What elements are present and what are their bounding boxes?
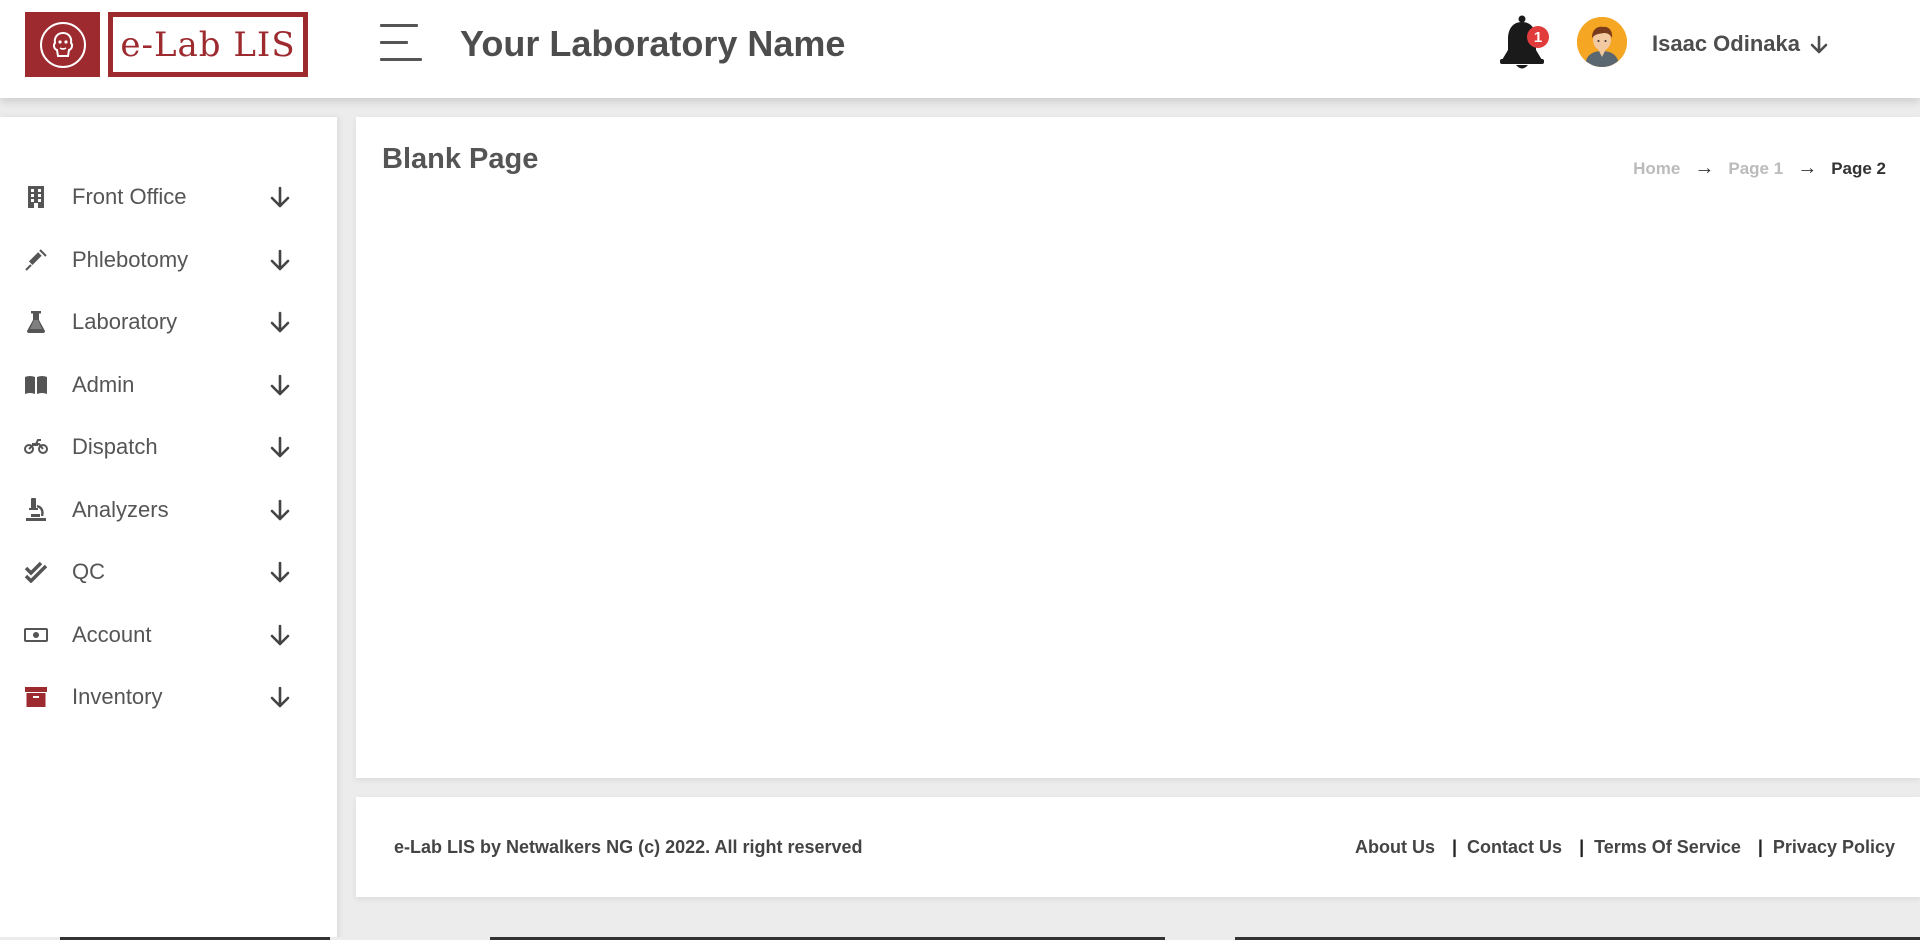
laboratory-name: Your Laboratory Name xyxy=(460,23,846,64)
building-icon xyxy=(24,185,48,209)
sidebar-item-analyzers[interactable]: Analyzers xyxy=(0,485,337,535)
arrow-down-icon xyxy=(270,186,290,208)
sidebar-item-label: Dispatch xyxy=(72,434,158,459)
breadcrumb: Home → Page 1 → Page 2 xyxy=(1633,157,1886,180)
sidebar: Front Office Phlebotomy Laboratory Admin… xyxy=(0,117,337,940)
sidebar-item-label: Inventory xyxy=(72,684,163,709)
sidebar-item-dispatch[interactable]: Dispatch xyxy=(0,422,337,472)
footer-separator: | xyxy=(1579,837,1585,857)
archive-box-icon xyxy=(24,685,48,709)
notification-count-badge: 1 xyxy=(1527,26,1549,48)
arrow-down-icon xyxy=(270,374,290,396)
lion-emblem-icon xyxy=(39,21,86,68)
arrow-down-icon xyxy=(270,686,290,708)
breadcrumb-page1-link[interactable]: Page 1 xyxy=(1728,159,1783,179)
sidebar-item-account[interactable]: Account xyxy=(0,610,337,660)
breadcrumb-arrow: → xyxy=(1694,157,1715,179)
arrow-down-icon xyxy=(270,311,290,333)
microscope-icon xyxy=(24,498,48,522)
user-menu[interactable]: Isaac Odinaka xyxy=(1652,30,1828,58)
sidebar-item-label: Laboratory xyxy=(72,309,178,334)
page-title: Blank Page xyxy=(382,143,539,175)
breadcrumb-arrow: → xyxy=(1797,157,1818,179)
sidebar-item-front-office[interactable]: Front Office xyxy=(0,172,337,222)
arrow-down-icon xyxy=(270,436,290,458)
avatar[interactable] xyxy=(1577,17,1627,67)
sidebar-item-label: Account xyxy=(72,622,152,647)
logo-text: e-Lab LIS xyxy=(113,17,303,72)
motorcycle-icon xyxy=(24,435,48,459)
menu-toggle-icon[interactable] xyxy=(380,22,424,64)
sidebar-item-phlebotomy[interactable]: Phlebotomy xyxy=(0,235,337,285)
sidebar-item-label: Admin xyxy=(72,372,135,397)
main-content-card: Blank Page Home → Page 1 → Page 2 xyxy=(356,117,1920,778)
arrow-down-icon xyxy=(270,249,290,271)
arrow-down-icon xyxy=(270,499,290,521)
footer-link-privacy[interactable]: Privacy Policy xyxy=(1773,835,1895,859)
sidebar-item-label: QC xyxy=(72,559,105,584)
double-check-icon xyxy=(24,560,48,584)
breadcrumb-current-page: Page 2 xyxy=(1831,158,1886,178)
book-icon xyxy=(24,373,48,397)
copyright-text: e-Lab LIS by Netwalkers NG (c) 2022. All… xyxy=(394,837,863,857)
footer-link-terms[interactable]: Terms Of Service xyxy=(1594,835,1741,859)
footer-link-contact[interactable]: Contact Us xyxy=(1467,835,1562,859)
notifications-button[interactable]: 1 xyxy=(1497,14,1551,72)
user-name-label: Isaac Odinaka xyxy=(1652,31,1800,56)
logo-wordmark[interactable]: e-Lab LIS xyxy=(108,12,308,77)
syringe-icon xyxy=(24,248,48,272)
footer: e-Lab LIS by Netwalkers NG (c) 2022. All… xyxy=(356,797,1920,897)
sidebar-item-admin[interactable]: Admin xyxy=(0,360,337,410)
footer-links: About Us | Contact Us | Terms Of Service… xyxy=(1355,835,1895,859)
sidebar-item-laboratory[interactable]: Laboratory xyxy=(0,297,337,347)
footer-separator: | xyxy=(1757,837,1763,857)
breadcrumb-home-link[interactable]: Home xyxy=(1633,159,1680,179)
arrow-down-icon xyxy=(1810,35,1828,54)
sidebar-item-qc[interactable]: QC xyxy=(0,547,337,597)
arrow-down-icon xyxy=(270,561,290,583)
footer-separator: | xyxy=(1452,837,1458,857)
money-bill-icon xyxy=(24,623,48,647)
arrow-down-icon xyxy=(270,624,290,646)
footer-link-about[interactable]: About Us xyxy=(1355,835,1435,859)
logo-emblem[interactable] xyxy=(25,12,100,77)
sidebar-item-inventory[interactable]: Inventory xyxy=(0,672,337,722)
sidebar-item-label: Front Office xyxy=(72,184,187,209)
flask-icon xyxy=(24,310,48,334)
sidebar-item-label: Phlebotomy xyxy=(72,247,189,272)
top-header: e-Lab LIS Your Laboratory Name 1 Isaac O… xyxy=(0,0,1920,98)
sidebar-item-label: Analyzers xyxy=(72,497,169,522)
